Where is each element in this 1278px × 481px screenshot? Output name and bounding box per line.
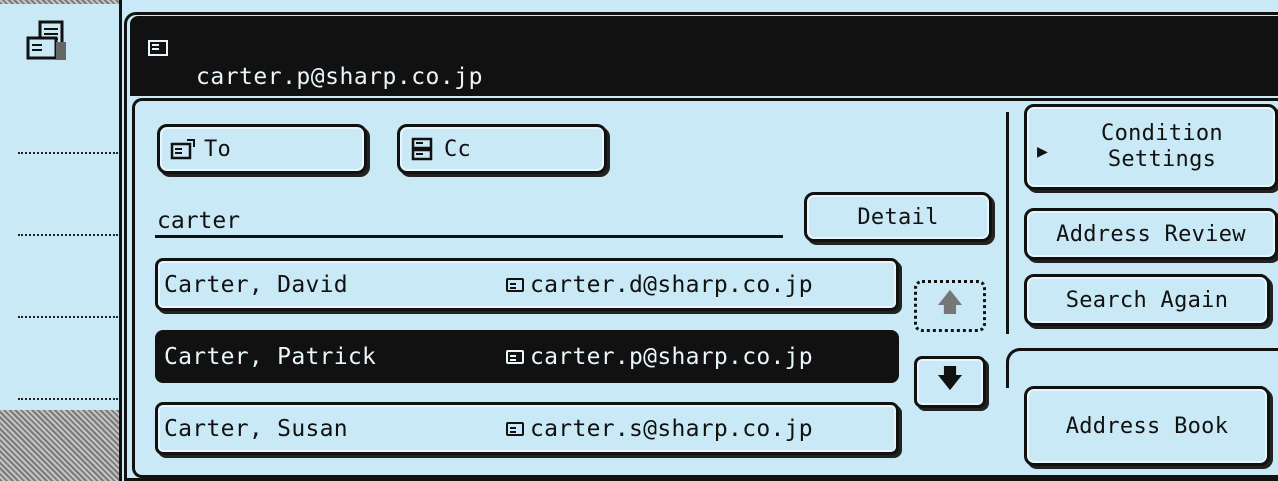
sidebar-divider <box>18 398 118 400</box>
arrow-down-icon: 🡇 <box>936 364 964 394</box>
cc-label: Cc <box>444 136 472 162</box>
current-address: carter.p@sharp.co.jp <box>196 64 483 90</box>
triangle-right-icon: ▶ <box>1037 141 1049 162</box>
document-send-icon[interactable] <box>26 20 72 66</box>
address-header: carter.p@sharp.co.jp <box>130 16 1278 96</box>
detail-label: Detail <box>857 204 939 230</box>
scroll-down-button[interactable]: 🡇 <box>914 356 986 408</box>
result-name: Carter, Patrick <box>164 344 377 370</box>
result-name: Carter, Susan <box>164 416 348 442</box>
address-book-button[interactable]: Address Book <box>1024 386 1270 466</box>
scroll-up-button[interactable]: 🡅 <box>914 280 986 332</box>
result-email-text: carter.d@sharp.co.jp <box>530 272 813 298</box>
vertical-divider <box>1006 112 1009 334</box>
left-sidebar <box>0 0 122 481</box>
result-email-text: carter.s@sharp.co.jp <box>530 416 813 442</box>
sidebar-hatch <box>0 0 119 4</box>
arrow-up-icon: 🡅 <box>936 288 964 318</box>
to-label: To <box>204 136 232 162</box>
result-name: Carter, David <box>164 272 348 298</box>
search-again-button[interactable]: Search Again <box>1024 274 1270 326</box>
email-icon <box>506 350 524 364</box>
result-email: carter.s@sharp.co.jp <box>506 416 813 442</box>
cc-address-icon <box>410 137 436 161</box>
result-row-susan[interactable]: Carter, Susan carter.s@sharp.co.jp <box>155 402 899 455</box>
detail-button[interactable]: Detail <box>804 192 992 242</box>
sidebar-hatch <box>0 410 119 481</box>
to-button[interactable]: To <box>157 124 367 174</box>
condition-label-line2: Settings <box>1107 147 1217 172</box>
to-address-icon <box>170 138 196 160</box>
search-again-label: Search Again <box>1065 287 1229 313</box>
address-review-button[interactable]: Address Review <box>1024 208 1278 260</box>
result-email-text: carter.p@sharp.co.jp <box>530 344 813 370</box>
condition-label-line1: Condition <box>1101 121 1223 146</box>
result-row-david[interactable]: Carter, David carter.d@sharp.co.jp <box>155 258 899 311</box>
result-email: carter.p@sharp.co.jp <box>506 344 813 370</box>
section-divider <box>1006 348 1278 388</box>
result-email: carter.d@sharp.co.jp <box>506 272 813 298</box>
email-icon <box>148 40 168 60</box>
address-book-label: Address Book <box>1065 413 1229 439</box>
sidebar-divider <box>18 234 118 236</box>
email-icon <box>506 278 524 292</box>
search-value: carter <box>157 208 241 234</box>
search-input[interactable]: carter <box>155 206 783 238</box>
address-review-label: Address Review <box>1056 221 1246 247</box>
cc-button[interactable]: Cc <box>397 124 607 174</box>
email-icon <box>506 422 524 436</box>
sidebar-divider <box>18 152 118 154</box>
sidebar-divider <box>18 316 118 318</box>
condition-settings-button[interactable]: ▶ Condition Settings <box>1024 104 1278 190</box>
result-row-patrick-selected[interactable]: Carter, Patrick carter.p@sharp.co.jp <box>155 330 899 383</box>
